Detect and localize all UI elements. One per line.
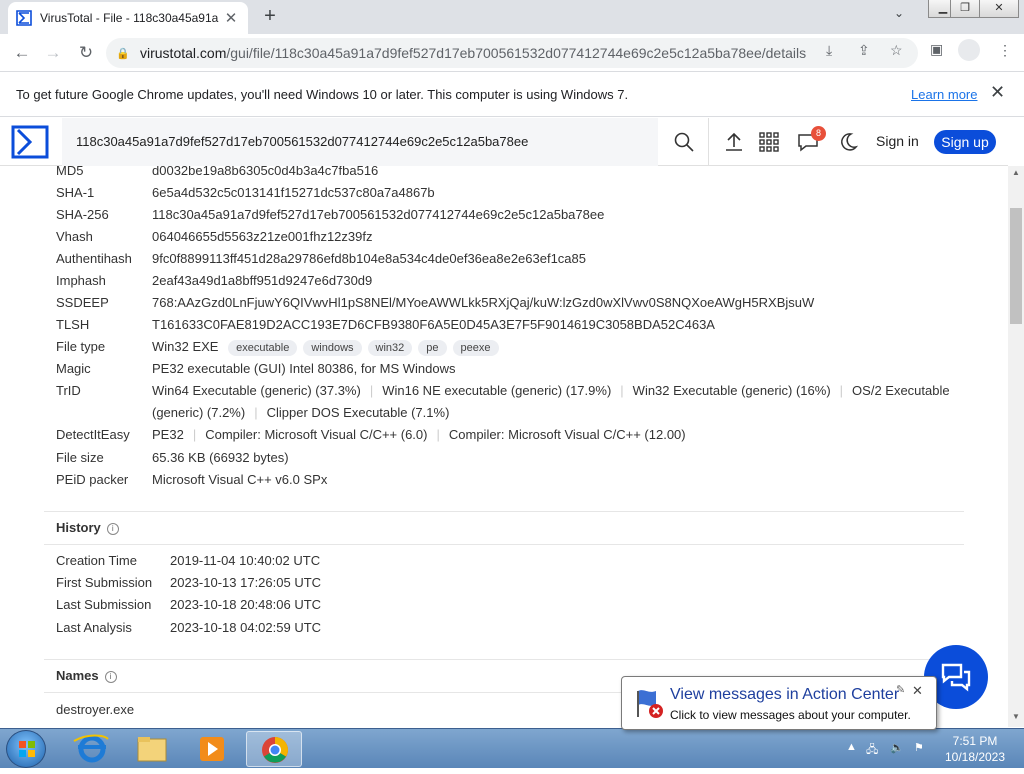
balloon-close-icon[interactable]: ✕ (912, 683, 923, 699)
window-close-button[interactable]: ✕ (979, 0, 1019, 18)
taskbar-internet-explorer[interactable] (64, 731, 120, 767)
virustotal-logo[interactable] (10, 124, 50, 160)
tab-virustotal[interactable]: VirusTotal - File - 118c30a45a91a ✕ (8, 2, 248, 34)
bookmark-star-icon[interactable]: ☆ (890, 42, 903, 59)
folder-icon (137, 737, 167, 762)
back-arrow-icon[interactable]: ← (9, 40, 35, 66)
network-icon[interactable]: 🖧 (866, 741, 878, 760)
learn-more-link[interactable]: Learn more (911, 87, 977, 102)
media-player-icon (200, 737, 224, 761)
profile-avatar-icon[interactable] (958, 39, 980, 61)
install-icon[interactable]: ⤓ (826, 42, 832, 59)
details-content: MD5 d0032be19a8b6305c0d4b3a4c7fba516 SHA-… (0, 166, 1008, 727)
vt-header: 118c30a45a91a7d9fef527d17eb700561532d077… (0, 118, 1008, 166)
chat-bubbles-icon (941, 663, 971, 692)
dark-mode-moon-icon[interactable] (835, 130, 859, 154)
section-divider (44, 511, 964, 512)
chrome-icon (262, 737, 288, 763)
browser-toolbar: ← → ↻ 🔒 virustotal.com/gui/file/118c30a4… (0, 34, 1024, 72)
tab-search-chevron-icon[interactable]: ⌄ (894, 6, 904, 20)
update-infobar: To get future Google Chrome updates, you… (0, 73, 1024, 117)
action-center-balloon[interactable]: View messages in Action Center Click to … (621, 676, 937, 730)
page-scrollbar[interactable]: ▲ ▼ (1008, 166, 1024, 727)
history-info-icon[interactable]: i (106, 523, 119, 535)
tab-strip: VirusTotal - File - 118c30a45a91a ✕ + ⌄ … (0, 0, 1024, 34)
infobar-close-icon[interactable]: ✕ (990, 82, 1005, 103)
restore-button[interactable]: ❐ (950, 0, 980, 18)
side-panel-icon[interactable]: ▣ (930, 41, 943, 58)
notification-count-badge: 8 (811, 126, 826, 141)
url-host: virustotal.com (140, 45, 227, 61)
search-input[interactable]: 118c30a45a91a7d9fef527d17eb700561532d077… (62, 118, 658, 166)
scroll-down-arrow-icon[interactable]: ▼ (1012, 712, 1020, 721)
tab-close-icon[interactable]: ✕ (222, 9, 240, 27)
action-center-tray-icon[interactable]: ⚑ (914, 741, 924, 754)
tab-title: VirusTotal - File - 118c30a45a91a (40, 11, 219, 25)
tag-win32[interactable]: win32 (367, 340, 413, 356)
names-info-icon[interactable]: i (104, 671, 117, 683)
section-divider (44, 544, 964, 545)
new-tab-button[interactable]: + (258, 4, 282, 28)
taskbar-file-explorer[interactable] (124, 731, 180, 767)
virustotal-favicon (16, 10, 32, 26)
url-path: /gui/file/118c30a45a91a7d9fef527d17eb700… (226, 45, 807, 61)
balloon-title: View messages in Action Center (670, 686, 900, 703)
balloon-body: Click to view messages about your comput… (670, 708, 911, 722)
windows-logo-icon (19, 741, 35, 757)
internet-explorer-icon (73, 734, 109, 763)
show-hidden-icons-arrow[interactable]: ▲ (846, 741, 857, 753)
volume-muted-icon[interactable]: 🔈 (890, 741, 904, 754)
forward-arrow-icon[interactable]: → (40, 40, 66, 66)
history-heading: History i (56, 520, 119, 535)
balloon-options-icon[interactable]: ✎ (896, 683, 905, 696)
clock-time: 7:51 PM (952, 734, 998, 748)
section-divider (44, 659, 964, 660)
taskbar-clock[interactable]: 7:51 PM 10/18/2023 (940, 733, 1010, 765)
lock-icon: 🔒 (116, 47, 130, 60)
apps-grid-icon[interactable] (757, 130, 781, 154)
share-icon[interactable]: ⇪ (858, 42, 870, 59)
sign-in-link[interactable]: Sign in (876, 133, 919, 149)
tag-pe[interactable]: pe (418, 340, 447, 356)
action-center-flag-icon (637, 690, 663, 718)
clock-date: 10/18/2023 (944, 750, 1006, 764)
reload-icon[interactable]: ↻ (73, 40, 99, 66)
infobar-message: To get future Google Chrome updates, you… (16, 87, 629, 102)
header-divider (708, 118, 709, 166)
tag-windows[interactable]: windows (303, 340, 362, 356)
scrollbar-thumb[interactable] (1010, 208, 1022, 324)
menu-kebab-icon[interactable]: ⋮ (998, 42, 1012, 59)
start-button[interactable] (6, 730, 46, 768)
sign-up-button[interactable]: Sign up (934, 130, 996, 154)
scroll-up-arrow-icon[interactable]: ▲ (1012, 168, 1020, 177)
tag-executable[interactable]: executable (228, 340, 298, 356)
tag-peexe[interactable]: peexe (452, 340, 499, 356)
names-heading: Names i (56, 668, 117, 683)
taskbar-media-player[interactable] (184, 731, 240, 767)
taskbar-chrome[interactable] (246, 731, 302, 767)
upload-icon[interactable] (722, 130, 746, 154)
search-icon[interactable] (672, 130, 696, 154)
windows-taskbar: ▲ 🖧 🔈 ⚑ 7:51 PM 10/18/2023 (0, 728, 1024, 768)
address-bar[interactable]: 🔒 virustotal.com/gui/file/118c30a45a91a7… (106, 38, 918, 68)
